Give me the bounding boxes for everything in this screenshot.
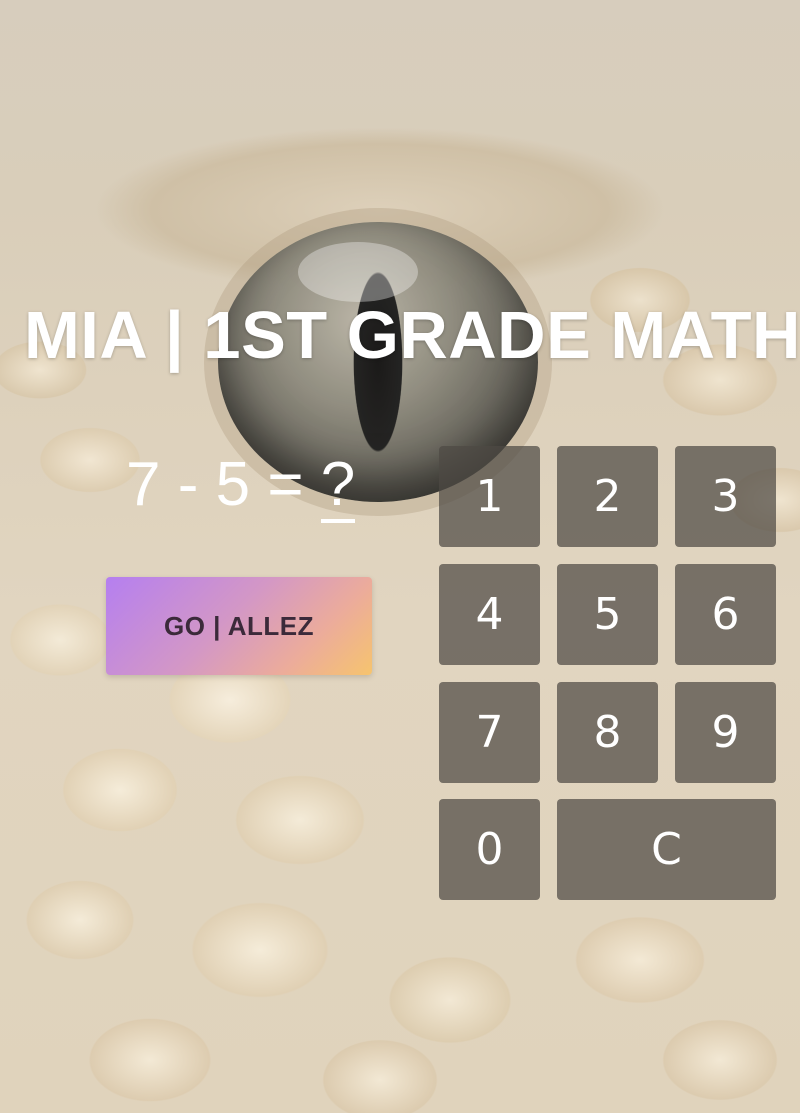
key-3[interactable]: 3 [675,446,776,547]
math-question: 7 - 5 = ? [126,450,356,523]
key-6[interactable]: 6 [675,564,776,665]
left-operand: 7 [126,450,161,519]
operator: - [177,450,199,519]
equals-sign: = [267,450,304,519]
key-9[interactable]: 9 [675,682,776,783]
key-2[interactable]: 2 [557,446,658,547]
key-7[interactable]: 7 [439,682,540,783]
key-1[interactable]: 1 [439,446,540,547]
right-operand: 5 [215,450,251,519]
page-title: MIA | 1ST GRADE MATH [24,298,800,373]
key-4[interactable]: 4 [439,564,540,665]
key-clear[interactable]: C [557,799,776,900]
number-keypad: 1 2 3 4 5 6 7 8 9 0 C [439,446,776,900]
key-8[interactable]: 8 [557,682,658,783]
key-0[interactable]: 0 [439,799,540,900]
key-5[interactable]: 5 [557,564,658,665]
answer-slot[interactable]: ? [320,453,356,523]
go-button[interactable]: GO | ALLEZ [106,577,372,675]
